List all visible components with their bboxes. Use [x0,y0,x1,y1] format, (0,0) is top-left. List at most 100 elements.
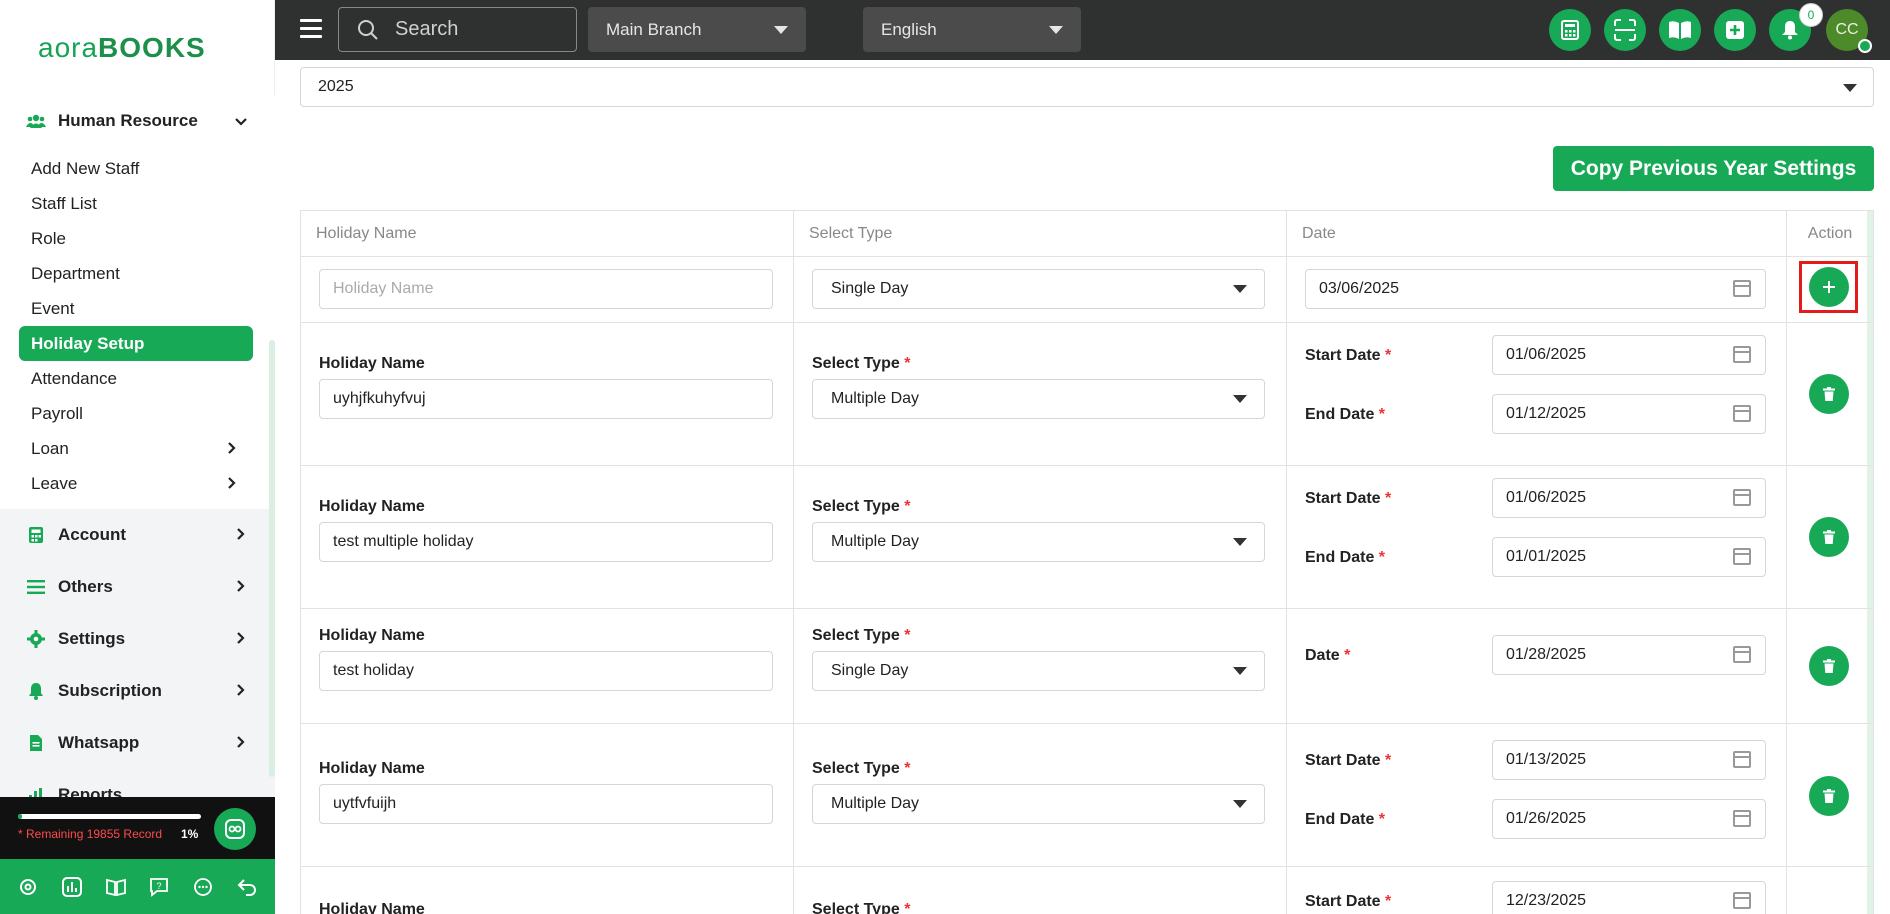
holiday-name-label: Holiday Name [319,901,425,914]
sidebar-item-whatsapp[interactable]: Whatsapp [0,717,275,769]
calendar-icon [1733,489,1751,506]
selected-type: Single Day [831,280,909,297]
guide-button[interactable] [1659,9,1701,51]
end-date-input[interactable]: 01/12/2025 [1492,394,1766,434]
sidebar-item-loan[interactable]: Loan [19,431,256,466]
chart-icon [24,783,48,797]
new-holiday-date-cell: 03/06/2025 [1287,257,1787,322]
sidebar-section-human-resource[interactable]: Human Resource [0,95,275,147]
holiday-name-label: Holiday Name [319,760,425,777]
sidebar-item-attendance[interactable]: Attendance [19,361,256,396]
delete-holiday-button[interactable] [1809,374,1849,414]
holiday-name-label: Holiday Name [319,355,425,372]
holiday-type-select[interactable]: Multiple Day [812,784,1265,824]
caret-down-icon [1233,285,1247,293]
holiday-type-select[interactable]: Single Day [812,651,1265,691]
delete-holiday-button[interactable] [1809,517,1849,557]
sidebar-item-payroll[interactable]: Payroll [19,396,256,431]
trash-icon [1823,659,1835,673]
scan-button[interactable] [1604,9,1646,51]
end-date-input[interactable]: 01/26/2025 [1492,799,1766,839]
add-button[interactable] [1714,9,1756,51]
chevron-down-icon [229,113,253,129]
start-date-input[interactable]: 01/13/2025 [1492,740,1766,780]
holiday-action-cell [1787,609,1873,723]
record-progress-fill [18,814,22,819]
holiday-row: Holiday Name Select Type * Start Date * … [301,867,1873,914]
search-input[interactable]: Search [338,7,577,52]
holiday-date-cell: Start Date * 01/06/2025 End Date * 01/01… [1287,466,1787,608]
year-value: 2025 [318,78,354,95]
settings-icon[interactable] [13,872,43,902]
holiday-name-input[interactable]: test multiple holiday [319,522,773,562]
branch-select[interactable]: Main Branch [588,7,806,52]
book-icon[interactable] [101,872,131,902]
date-input[interactable]: 01/28/2025 [1492,635,1766,675]
chat-icon[interactable] [188,872,218,902]
delete-holiday-button[interactable] [1809,646,1849,686]
year-select[interactable]: 2025 [300,67,1874,107]
new-holiday-action-cell [1787,257,1873,322]
start-date-input[interactable]: 01/06/2025 [1492,478,1766,518]
sidebar-item-leave[interactable]: Leave [19,466,256,501]
sidebar-item-holiday-setup[interactable]: Holiday Setup [19,326,253,361]
sidebar-item-label: Leave [31,473,78,493]
user-avatar[interactable]: CC [1826,9,1872,53]
start-date-input[interactable]: 01/06/2025 [1492,335,1766,375]
holiday-type-select[interactable]: Multiple Day [812,522,1265,562]
caret-down-icon [1233,800,1247,808]
sidebar-item-label: Reports [58,785,123,797]
holiday-date-cell: Date * 01/28/2025 [1287,609,1787,723]
start-date-input[interactable]: 12/23/2025 [1492,881,1766,914]
app-logo[interactable]: aora BOOKS [0,0,274,95]
end-date-input[interactable]: 01/01/2025 [1492,537,1766,577]
sidebar-item-label: Whatsapp [58,733,140,752]
new-holiday-name-input[interactable]: Holiday Name [319,269,773,309]
open-book-icon [1669,21,1691,39]
record-progress-bar [18,814,201,819]
sidebar-item-settings[interactable]: Settings [0,613,275,665]
language-select[interactable]: English [863,7,1081,52]
sidebar-item-reports[interactable]: Reports [0,769,275,797]
add-holiday-button[interactable] [1809,267,1849,307]
sidebar-item-department[interactable]: Department [19,256,256,291]
column-header-holiday-name: Holiday Name [301,211,794,256]
date-value: 01/06/2025 [1506,346,1587,363]
holiday-name-input[interactable]: uyhjfkuhyfvuj [319,379,773,419]
holiday-row: Holiday Name test multiple holiday Selec… [301,466,1873,609]
date-label: Date * [1305,647,1351,664]
selected-type: Multiple Day [831,795,920,812]
sidebar-item-event[interactable]: Event [19,291,256,326]
help-icon[interactable]: ? [144,872,174,902]
caret-down-icon [774,26,788,34]
menu-toggle-icon[interactable] [300,19,322,39]
delete-holiday-button[interactable] [1809,776,1849,816]
sidebar-item-role[interactable]: Role [19,221,256,256]
logout-icon[interactable] [232,872,262,902]
holiday-name-input[interactable]: uytfvfuijh [319,784,773,824]
sidebar-item-subscription[interactable]: Subscription [0,665,275,717]
holiday-type-select[interactable]: Multiple Day [812,379,1265,419]
sidebar-item-others[interactable]: Others [0,561,275,613]
online-status-indicator [1858,39,1872,53]
date-value: 03/06/2025 [1319,280,1400,297]
new-holiday-type-select[interactable]: Single Day [812,269,1265,309]
notifications-button[interactable]: 0 [1769,3,1823,51]
holiday-name-cell: Holiday Name test multiple holiday [301,466,794,608]
holiday-name-cell: Holiday Name uytfvfuijh [301,724,794,866]
holiday-action-cell [1787,724,1873,866]
holiday-name-input[interactable]: test holiday [319,651,773,691]
sidebar-item-add-new-staff[interactable]: Add New Staff [19,151,256,186]
chevron-right-icon [229,631,253,647]
copy-previous-year-settings-button[interactable]: Copy Previous Year Settings [1553,146,1874,191]
record-usage-panel: * Remaining 19855 Record 1% [0,797,275,859]
toggle-settings-button[interactable] [214,808,256,850]
sidebar-item-staff-list[interactable]: Staff List [19,186,256,221]
sidebar-item-account[interactable]: Account [0,509,275,561]
holiday-name-label: Holiday Name [319,498,425,515]
calculator-button[interactable] [1549,9,1591,51]
start-date-label: Start Date * [1305,752,1392,769]
new-holiday-date-input[interactable]: 03/06/2025 [1305,269,1766,309]
bar-chart-icon[interactable] [57,872,87,902]
remaining-records-text: * Remaining 19855 Record [18,827,163,841]
